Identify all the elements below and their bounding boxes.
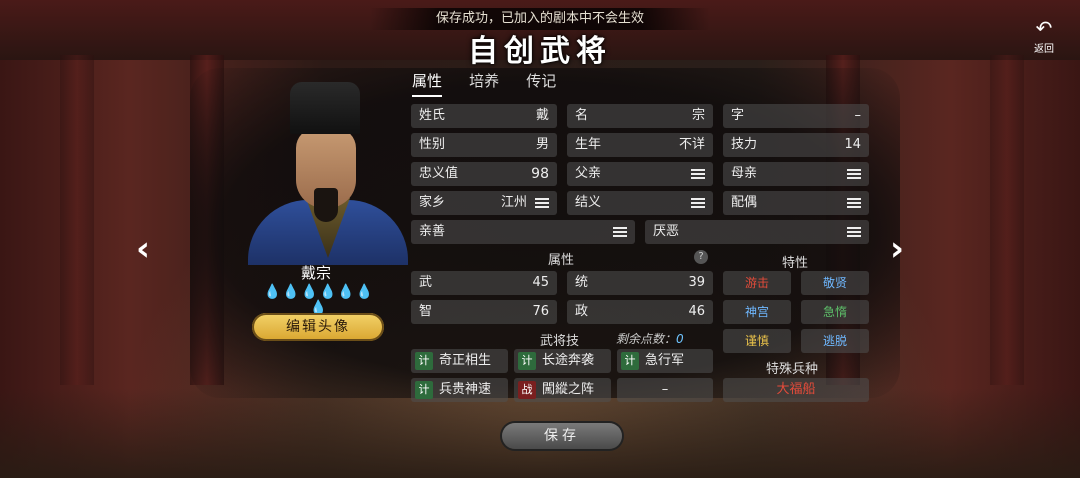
sworn-sibling-field[interactable]: 结义 (567, 191, 713, 215)
rank-drops-icon: 💧💧💧💧💧💧💧 (263, 284, 375, 316)
background-pillar (60, 55, 94, 385)
back-label: 返回 (1034, 44, 1054, 55)
courtesy-name-field[interactable]: 字 – (723, 104, 869, 128)
menu-icon[interactable] (691, 169, 705, 181)
disliked-field[interactable]: 厌恶 (645, 220, 869, 244)
hometown-field[interactable]: 家乡 江州 (411, 191, 557, 215)
surname-field[interactable]: 姓氏戴 (411, 104, 557, 128)
skill-slot[interactable]: 计兵贵神速 (411, 378, 508, 402)
page-title: 自创武将 (468, 34, 612, 69)
trait-chip[interactable]: 逃脱 (801, 329, 869, 353)
strategy-badge-icon: 计 (518, 351, 536, 370)
skill-power-field[interactable]: 技力 14 (723, 133, 869, 157)
special-unit-header: 特殊兵种 (766, 362, 819, 377)
edit-avatar-button[interactable]: 编辑头像 (252, 313, 384, 341)
strategy-badge-icon: 计 (415, 380, 433, 399)
strategy-badge-icon: 计 (415, 351, 433, 370)
traits-header: 特性 (782, 256, 809, 271)
skills-header: 武将技 (540, 334, 580, 349)
battle-badge-icon: 战 (518, 380, 536, 399)
menu-icon[interactable] (691, 198, 705, 210)
gender-field[interactable]: 性别男 (411, 133, 557, 157)
skill-slot[interactable]: 计奇正相生 (411, 349, 508, 373)
tab-training[interactable]: 培养 (469, 70, 499, 95)
skill-slot[interactable]: 战闖縱之阵 (514, 378, 611, 402)
skill-slot[interactable]: 计急行军 (617, 349, 713, 373)
menu-icon[interactable] (535, 198, 549, 210)
stat-politics: 政 46 (567, 300, 713, 324)
menu-icon[interactable] (847, 198, 861, 210)
tab-attributes[interactable]: 属性 (412, 70, 443, 97)
help-icon[interactable]: ? (694, 250, 708, 264)
trait-chip[interactable]: 急惰 (801, 300, 869, 324)
spouse-field[interactable]: 配偶 (723, 191, 869, 215)
save-button[interactable]: 保存 (502, 423, 622, 449)
menu-icon[interactable] (847, 169, 861, 181)
stat-war: 武 45 (411, 271, 557, 295)
skill-slot-empty[interactable]: – (617, 378, 713, 402)
given-name-field[interactable]: 名宗 (567, 104, 713, 128)
attributes-header: 属性 (548, 253, 575, 268)
tab-biography[interactable]: 传记 (526, 70, 556, 95)
strategy-badge-icon: 计 (621, 351, 639, 370)
trait-chip[interactable]: 敬贤 (801, 271, 869, 295)
prev-general-arrow-icon[interactable]: ‹ (136, 232, 150, 266)
trait-chip[interactable]: 游击 (723, 271, 791, 295)
loyalty-field[interactable]: 忠义值 98 (411, 162, 557, 186)
stat-leadership: 统 39 (567, 271, 713, 295)
menu-icon[interactable] (613, 227, 627, 239)
tab-bar: 属性 培养 传记 (412, 70, 578, 97)
trait-chip[interactable]: 谨慎 (723, 329, 791, 353)
general-name: 戴宗 (300, 264, 331, 282)
back-button[interactable]: ↶ 返回 (1024, 18, 1064, 55)
stat-intelligence: 智 76 (411, 300, 557, 324)
remaining-points: 剩余点数：0 (616, 332, 684, 346)
general-portrait (248, 80, 408, 265)
birth-year-field[interactable]: 生年 不详 (567, 133, 713, 157)
trait-chip[interactable]: 神宫 (723, 300, 791, 324)
skill-slot[interactable]: 计长途奔袭 (514, 349, 611, 373)
next-general-arrow-icon[interactable]: › (890, 232, 904, 266)
special-unit-field[interactable]: 大福船 (723, 378, 869, 402)
back-arrow-icon: ↶ (1035, 16, 1053, 40)
father-field[interactable]: 父亲 (567, 162, 713, 186)
background-pillar (990, 55, 1024, 385)
menu-icon[interactable] (847, 227, 861, 239)
mother-field[interactable]: 母亲 (723, 162, 869, 186)
friendly-field[interactable]: 亲善 (411, 220, 635, 244)
